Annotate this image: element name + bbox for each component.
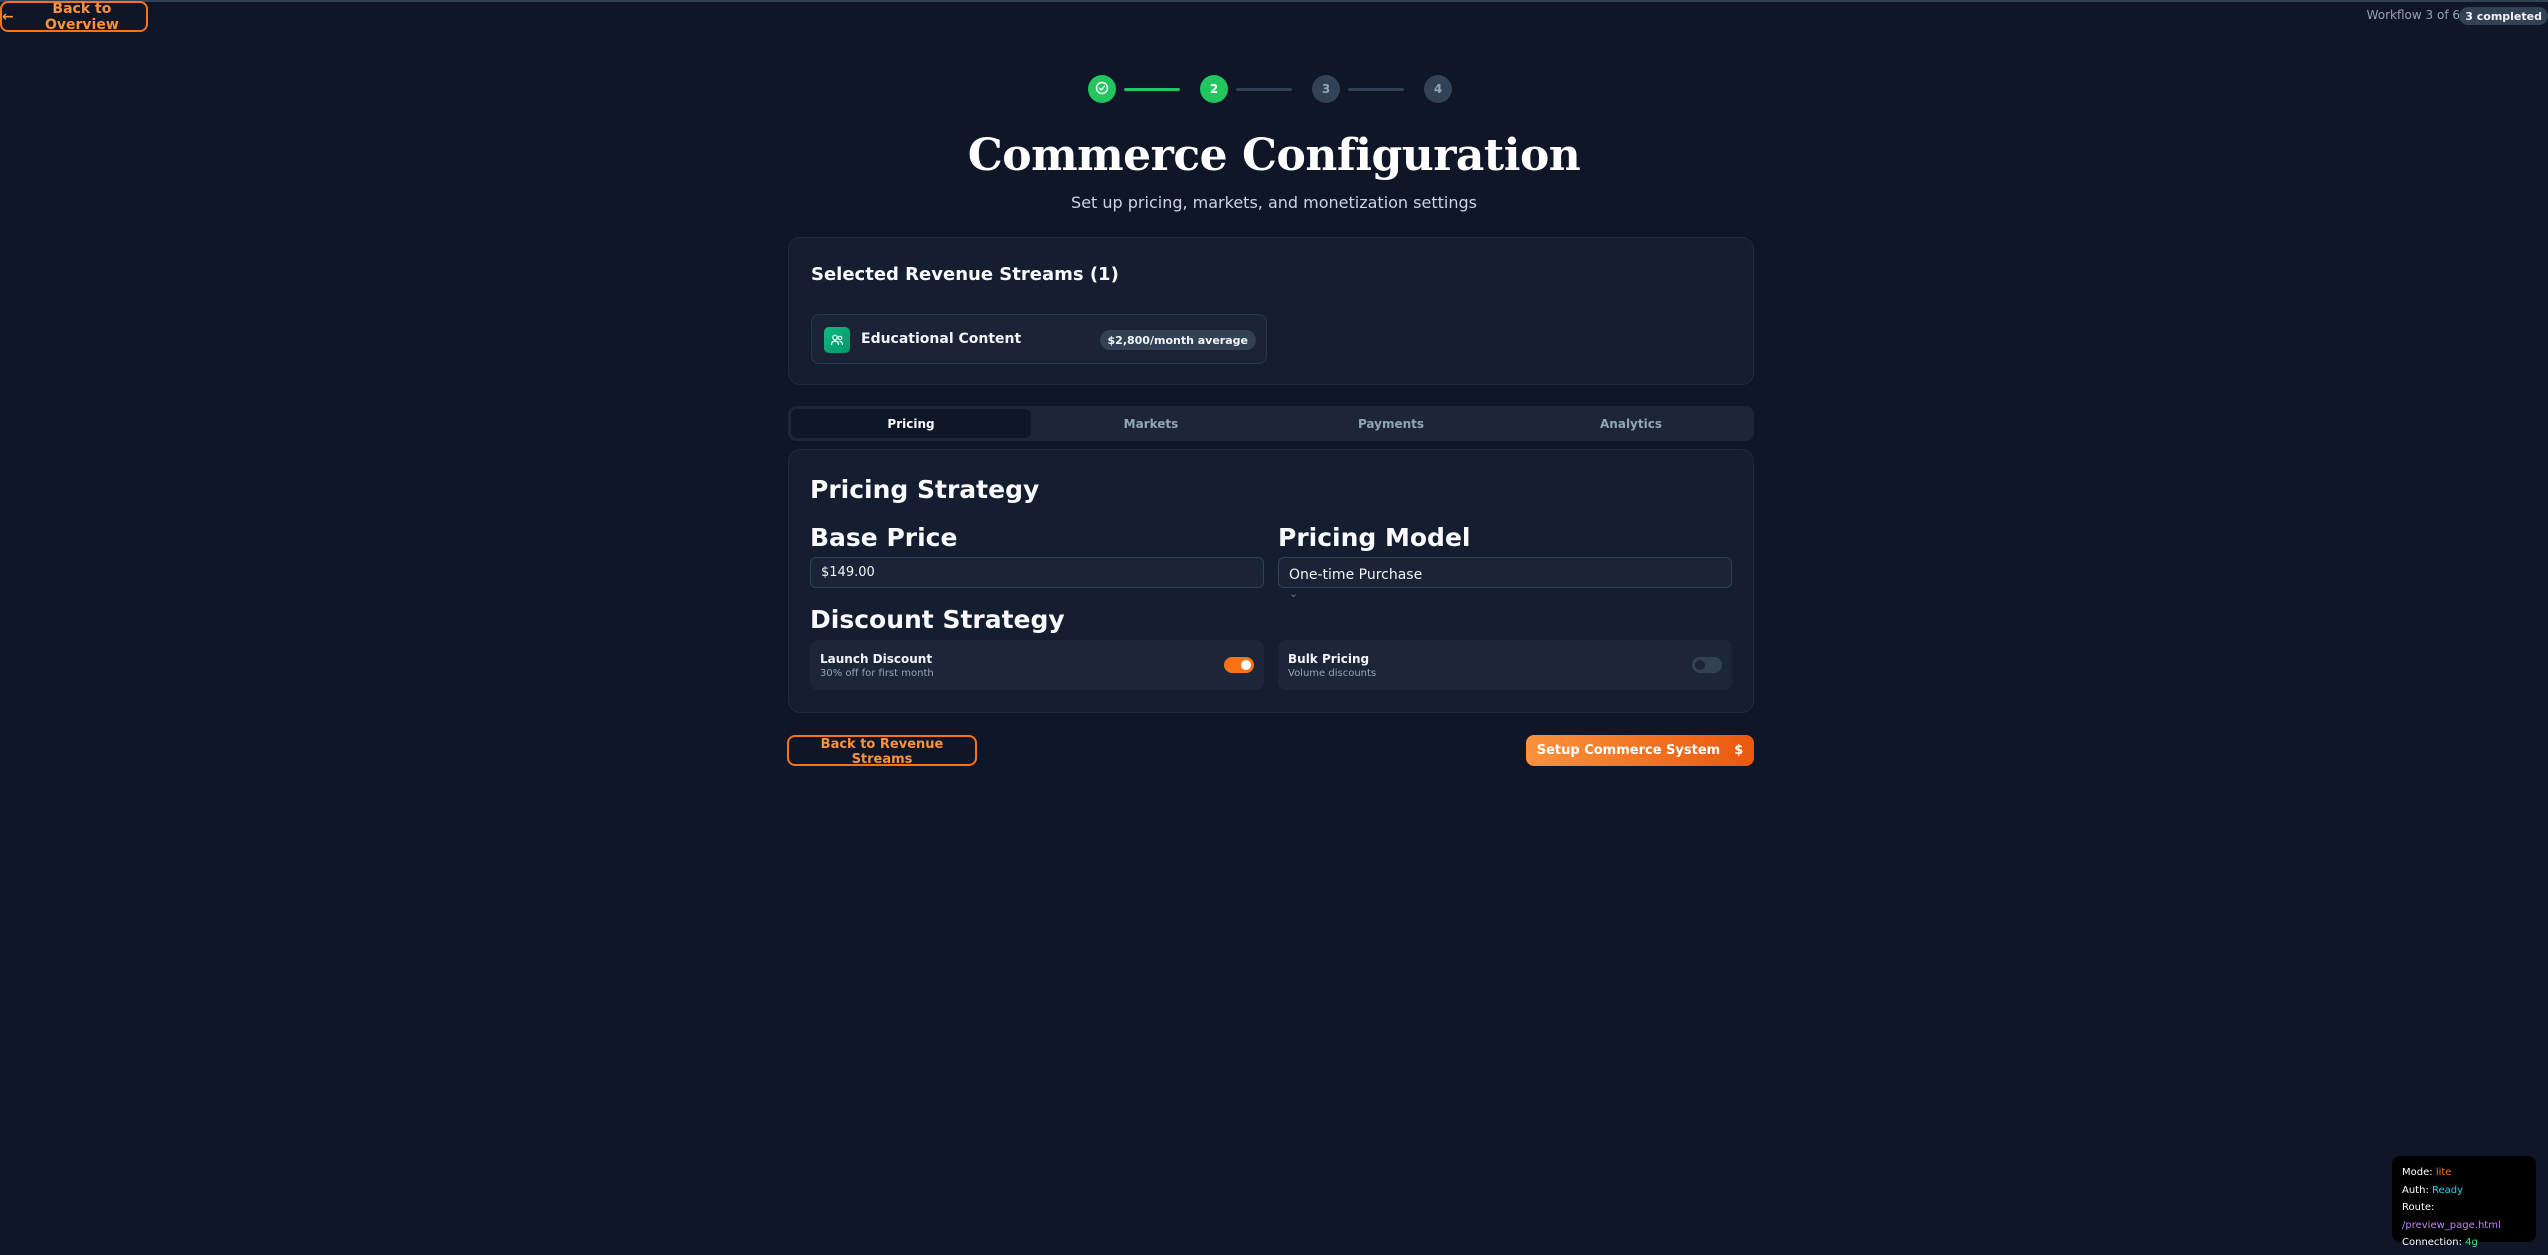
tab-pricing[interactable]: Pricing [791,409,1031,438]
launch-discount-desc: 30% off for first month [820,668,934,679]
page-title: Commerce Configuration [967,130,1581,181]
discount-strategy-heading: Discount Strategy [810,605,1065,634]
tab-analytics[interactable]: Analytics [1511,409,1751,438]
step-3: 3 [1312,75,1340,103]
toggle-knob [1241,660,1251,670]
users-icon [824,327,850,353]
selected-streams-card: Selected Revenue Streams (1) Educational… [788,237,1754,385]
base-price-input[interactable]: $149.00 [810,557,1264,588]
step-connector-3 [1348,88,1404,91]
debug-route-value: /preview_page.html [2402,1219,2501,1231]
pricing-model-select[interactable]: One-time Purchase [1278,557,1732,588]
back-to-overview-button[interactable]: ← Back to Overview [0,0,148,33]
tab-payments[interactable]: Payments [1271,409,1511,438]
config-tabs: Pricing Markets Payments Analytics [788,406,1754,441]
launch-discount-toggle[interactable] [1224,657,1254,673]
bulk-pricing-toggle[interactable] [1692,657,1722,673]
bulk-pricing-desc: Volume discounts [1288,668,1377,679]
setup-commerce-label: Setup Commerce System [1536,743,1721,758]
step-connector-2 [1236,88,1292,91]
dollar-icon: $ [1734,743,1744,758]
pricing-model-label: Pricing Model [1278,523,1471,552]
debug-route-row: Route: /preview_page.html [2402,1199,2526,1234]
pricing-strategy-heading: Pricing Strategy [810,475,1040,504]
debug-mode-label: Mode: [2402,1167,2433,1178]
workflow-progress-text: Workflow 3 of 6 [2366,8,2460,22]
debug-status-panel: Mode: lite Auth: Ready Route: /preview_p… [2392,1156,2536,1248]
step-connector-1 [1124,88,1180,91]
stream-item: Educational Content $2,800/month average [811,314,1267,364]
toggle-knob [1695,660,1705,670]
setup-commerce-system-button[interactable]: Setup Commerce System $ [1526,735,1754,766]
check-circle-icon [1095,81,1109,98]
debug-mode-row: Mode: lite [2402,1164,2526,1182]
step-4: 4 [1424,75,1452,103]
streams-title: Selected Revenue Streams (1) [811,264,1119,285]
debug-auth-label: Auth: [2402,1184,2429,1196]
stream-name: Educational Content [861,331,1022,347]
top-border [0,0,2548,2]
stream-revenue-badge: $2,800/month average [1099,330,1256,350]
debug-auth-value: Ready [2432,1184,2464,1196]
debug-connection-value: 4g [2465,1237,2478,1248]
debug-auth-row: Auth: Ready [2402,1182,2526,1200]
page-subtitle: Set up pricing, markets, and monetizatio… [1071,193,1477,212]
debug-connection-row: Connection: 4g [2402,1234,2526,1252]
debug-route-label: Route: [2402,1202,2435,1213]
arrow-left-icon: ← [2,8,14,25]
debug-connection-label: Connection: [2402,1237,2462,1248]
back-to-revenue-streams-button[interactable]: Back to Revenue Streams [787,735,977,767]
launch-discount-option: Launch Discount 30% off for first month [810,640,1264,690]
chevron-down-icon[interactable]: ⌄ [1289,587,1298,600]
back-to-overview-label: Back to Overview [44,0,119,33]
debug-mode-value: lite [2435,1167,2452,1178]
tab-markets[interactable]: Markets [1031,409,1271,438]
step-1-complete [1088,75,1116,103]
bulk-pricing-option: Bulk Pricing Volume discounts [1278,640,1732,690]
bulk-pricing-title: Bulk Pricing [1288,652,1370,666]
completed-badge: 3 completed [2459,7,2548,25]
launch-discount-title: Launch Discount [820,652,933,666]
step-2-active: 2 [1200,75,1228,103]
base-price-label: Base Price [810,523,958,552]
